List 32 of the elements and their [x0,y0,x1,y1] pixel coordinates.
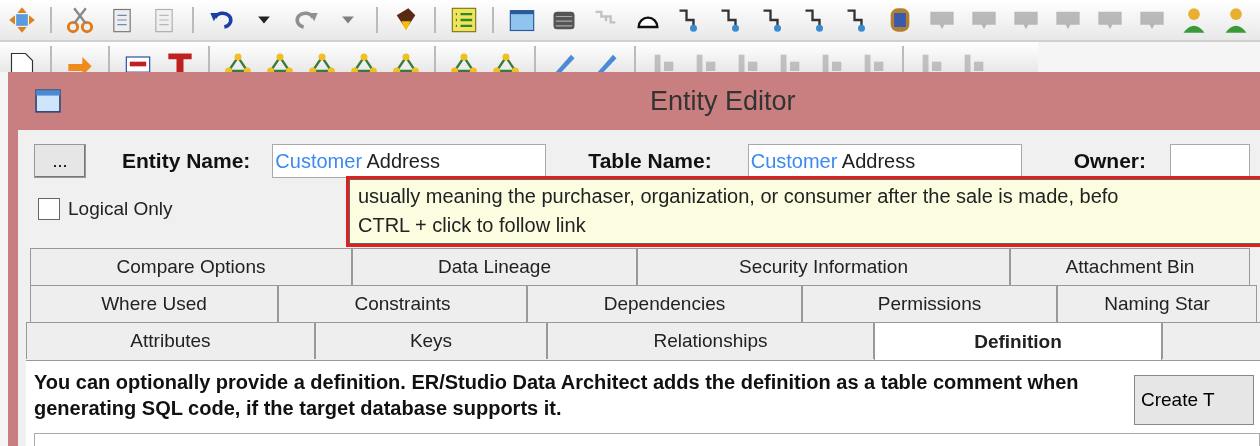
tab[interactable] [1162,322,1260,359]
tooltip-text: CTRL + click to follow link [358,213,587,238]
tab[interactable]: Relationships [547,322,874,359]
move-icon[interactable] [8,6,36,34]
window-title: Entity Editor [650,85,796,117]
tab[interactable]: Where Used [30,285,278,322]
tab[interactable]: Naming Star [1057,285,1257,322]
tab[interactable]: Data Lineage [352,248,637,285]
tab[interactable]: Keys [315,322,547,359]
browse-button[interactable]: ... [34,144,86,178]
input-field[interactable]: Customer Address [272,144,547,178]
tab[interactable]: Attachment Bin [1010,248,1250,285]
list-icon[interactable] [450,6,478,34]
tab[interactable]: Dependencies [527,285,802,322]
tab[interactable]: Permissions [802,285,1057,322]
window-icon [34,88,62,114]
input-field[interactable]: Customer Address [747,144,1022,178]
field-label: Owner: [1073,149,1147,173]
field-label: Entity Name: [122,149,251,173]
tab[interactable]: Attributes [26,322,315,359]
tooltip-text: usually meaning the purchaser, organization, or consumer after the sale is made, befo [358,184,1120,209]
definition-hint: You can optionally provide a definition. ER/Studio Data Architect adds the definition as a table comment when generating SQL code, if the target database supports it. [34,370,1080,421]
checkbox[interactable] [38,198,60,220]
tab[interactable]: Compare Options [30,248,352,285]
tab[interactable]: Security Information [637,248,1010,285]
checkbox-label: Logical Only [68,198,173,220]
tab[interactable]: Constraints [278,285,527,322]
field-label: Table Name: [588,149,712,173]
scissors-icon[interactable] [66,6,94,34]
input-field[interactable] [1170,144,1251,178]
tab[interactable]: Definition [874,322,1162,360]
create-button[interactable]: Create T [1134,375,1254,425]
